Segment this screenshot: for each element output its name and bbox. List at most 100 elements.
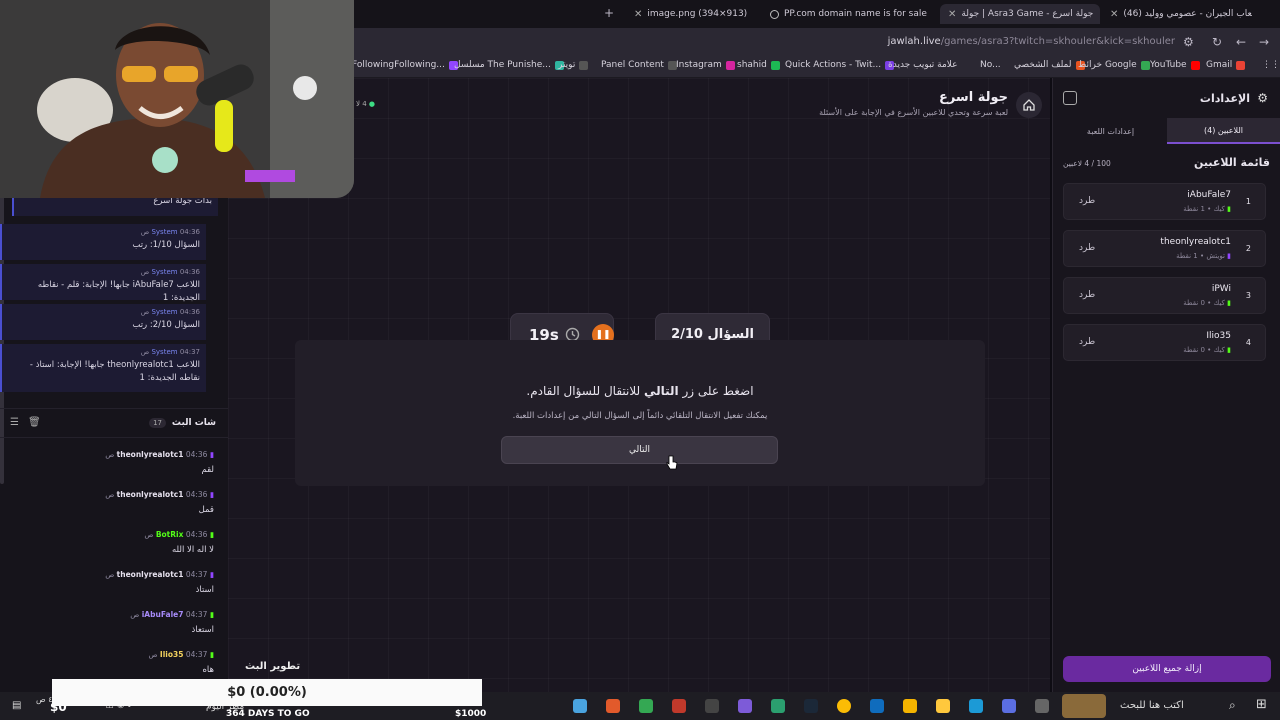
tab-image[interactable]: ✕ image.png (394×913) <box>626 4 761 24</box>
system-message: System 04:36 ص اللاعب iAbuFale7 جابها! ا… <box>0 264 206 303</box>
bookmark-item[interactable]: No... <box>980 60 1001 70</box>
tab-domain[interactable]: PP.com domain name is for sale <box>762 4 937 24</box>
app-icon[interactable] <box>771 699 785 713</box>
forward-icon[interactable]: → <box>1259 35 1269 49</box>
bookmark-item[interactable]: مسلسل The Punishe... <box>454 60 564 70</box>
taskbar-search[interactable]: اكتب هنا للبحث <box>1120 700 1184 711</box>
days-to-go: 364 DAYS TO GO <box>226 709 310 719</box>
game-subtitle: لعبة سرعة وتحدي للاعبين الأسرع في الإجاب… <box>819 108 1008 117</box>
bookmark-item[interactable]: Instagram <box>676 60 735 70</box>
chat-title: شات البث <box>171 418 216 428</box>
new-tab-button[interactable]: + <box>604 6 614 20</box>
search-icon: ⌕ <box>1229 698 1236 712</box>
chat-header: شات البث 17 ☰ 🗑 <box>0 408 228 438</box>
more-bookmarks-icon[interactable]: ⋮⋮ <box>1262 60 1280 70</box>
tab-youtube[interactable]: ✕ (46) ألعاب الجيران - عصومي ووليد <box>1102 4 1252 24</box>
tab-asra3-game[interactable]: ✕ جولة | Asra3 Game - جولة اسرع <box>940 4 1100 24</box>
bookmark-item[interactable]: لملف الشخصي <box>1014 60 1085 70</box>
chat-count-badge: 17 <box>149 418 166 428</box>
kick-button[interactable]: طرد <box>1079 337 1095 347</box>
close-icon[interactable]: ✕ <box>948 9 956 20</box>
donation-amount: $0 (0.00%) <box>227 685 307 700</box>
bookmark-item[interactable]: FollowingFollowing... <box>352 60 458 70</box>
tab-label: image.png (394×913) <box>647 9 748 19</box>
remove-all-players-button[interactable]: إزالة جميع اللاعبين <box>1063 656 1271 682</box>
app-icon[interactable] <box>738 699 752 713</box>
back-icon[interactable]: ← <box>1236 35 1246 49</box>
online-indicator: ● 4 لا <box>356 100 376 108</box>
app-icon[interactable] <box>705 699 719 713</box>
goal-target-value: $1000 <box>455 709 487 719</box>
home-icon <box>1023 99 1035 111</box>
filter-icon[interactable]: ☰ <box>10 417 19 428</box>
app-icon[interactable] <box>639 699 653 713</box>
kick-button[interactable]: طرد <box>1079 290 1095 300</box>
settings-title: الإعدادات <box>1199 92 1250 105</box>
close-icon[interactable]: ✕ <box>634 9 642 20</box>
gear-icon: ⚙ <box>1257 91 1268 105</box>
players-capacity: 100 / 4 لاعبين <box>1063 159 1111 168</box>
players-list-title: قائمة اللاعبين <box>1194 156 1270 169</box>
widget-image[interactable] <box>1062 694 1106 718</box>
notification-icon[interactable]: ▤ <box>12 700 21 711</box>
chat-message: ▮ Ilio35 04:37 ص هاه <box>148 650 214 675</box>
system-message: System 04:36 ص السؤال 2/10: رتب <box>0 304 206 340</box>
close-icon[interactable]: ✕ <box>1110 9 1118 20</box>
chat-message: ▮ theonlyrealotc1 04:36 ص لقم <box>105 450 214 475</box>
chat-message: ▮ theonlyrealotc1 04:36 ص قمل <box>105 490 214 515</box>
app-icon[interactable] <box>1002 699 1016 713</box>
webcam-overlay <box>0 0 354 198</box>
bookmark-item[interactable]: علامة تبويب جديدة <box>888 60 958 70</box>
bookmark-item[interactable]: خرائط Google <box>1078 60 1150 70</box>
game-title: جولة اسرع <box>938 90 1008 105</box>
kick-button[interactable]: طرد <box>1079 196 1095 206</box>
tab-label: جولة | Asra3 Game - جولة اسرع <box>961 9 1094 19</box>
app-icon[interactable] <box>573 699 587 713</box>
player-row: 3 iPWi ▮ كيك • 0 نقطة طرد <box>1063 277 1266 314</box>
reload-icon[interactable]: ↻ <box>1212 35 1222 49</box>
streamer-webcam-image <box>0 0 354 198</box>
tab-label: (46) ألعاب الجيران - عصومي ووليد <box>1123 9 1252 19</box>
app-icon[interactable] <box>1035 699 1049 713</box>
chrome-icon[interactable] <box>837 699 851 713</box>
auto-advance-hint: يمكنك تفعيل الانتقال التلقائي دائماً إلى… <box>512 411 768 421</box>
next-button[interactable]: التالي <box>501 436 778 464</box>
folder-icon[interactable] <box>936 699 950 713</box>
tab-players[interactable]: اللاعبين (4) <box>1167 118 1280 144</box>
player-row: 4 Ilio35 ▮ كيك • 0 نقطة طرد <box>1063 324 1266 361</box>
player-row: 2 theonlyrealotc1 ▮ تويتش • 1 نقطة طرد <box>1063 230 1266 267</box>
url-field[interactable]: jawlah.live/games/asra3?twitch=skhouler&… <box>888 36 1175 47</box>
cursor-hand-icon <box>666 455 678 470</box>
donation-goal-bar: $0 (0.00%) <box>52 679 482 706</box>
chat-message: ▮ BotRix 04:36 ص لا اله الا الله <box>144 530 214 555</box>
windows-start-icon[interactable]: ⊞ <box>1256 697 1267 712</box>
chat-message: ▮ theonlyrealotc1 04:37 ص استاذ <box>105 570 214 595</box>
bookmark-item[interactable]: Gmail <box>1206 60 1246 70</box>
app-icon[interactable] <box>606 699 620 713</box>
steam-icon[interactable] <box>804 699 818 713</box>
stream-dev-label: تطوير البث <box>245 661 301 672</box>
site-settings-icon[interactable]: ⚙ <box>1183 35 1194 49</box>
app-icon[interactable] <box>870 699 884 713</box>
settings-panel: الإعدادات ⚙ اللاعبين (4) إعدادات اللعبة … <box>1052 78 1280 692</box>
bookmark-item[interactable]: YouTube <box>1150 60 1200 70</box>
app-icon[interactable] <box>672 699 686 713</box>
edge-icon[interactable] <box>969 699 983 713</box>
next-question-card: اضغط على زر التالي للانتقال للسؤال القاد… <box>295 340 985 486</box>
app-icon[interactable] <box>903 699 917 713</box>
tab-game-settings[interactable]: إعدادات اللعبة <box>1054 118 1167 144</box>
trash-icon[interactable]: 🗑 <box>28 417 41 428</box>
system-message: System 04:36 ص السؤال 1/10: رتب <box>0 224 206 260</box>
bookmark-item[interactable]: تويتر <box>558 60 589 70</box>
bookmark-item[interactable]: Panel Content <box>601 60 677 70</box>
tab-label: PP.com domain name is for sale <box>784 9 927 19</box>
home-button[interactable] <box>1016 92 1042 118</box>
chat-message: ▮ iAbuFale7 04:37 ص استعاذ <box>130 610 214 635</box>
player-row: 1 iAbuFale7 ▮ كيك • 1 نقطة طرد <box>1063 183 1266 220</box>
system-message: System 04:37 ص اللاعب theonlyrealotc1 جا… <box>0 344 206 392</box>
bookmark-item[interactable]: Quick Actions - Twit... <box>785 60 895 70</box>
bookmark-item[interactable]: shahid <box>737 60 780 70</box>
collapse-panel-icon[interactable] <box>1063 91 1077 105</box>
instruction-text: اضغط على زر التالي للانتقال للسؤال القاد… <box>526 384 754 398</box>
kick-button[interactable]: طرد <box>1079 243 1095 253</box>
